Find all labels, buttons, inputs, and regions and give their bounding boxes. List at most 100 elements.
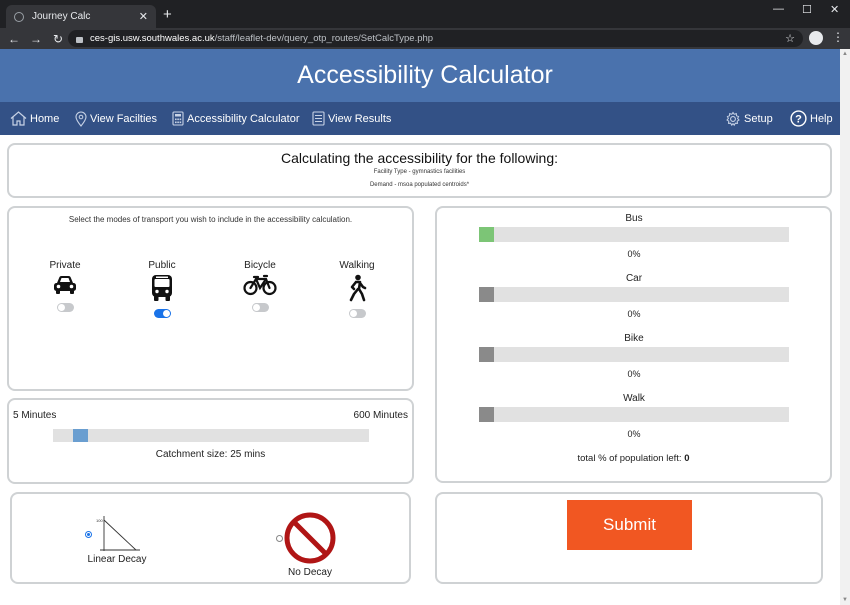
- linear-decay-label: Linear Decay: [87, 554, 147, 565]
- page-scrollbar[interactable]: ▲ ▼: [840, 49, 850, 605]
- result-bike-bar: [479, 347, 789, 362]
- result-walk-percent: 0%: [627, 429, 641, 439]
- result-bus-percent: 0%: [627, 249, 641, 259]
- nav-home-label: Home: [30, 112, 60, 125]
- population-left-value: 0: [684, 453, 690, 464]
- mode-private: Private: [35, 260, 95, 312]
- mode-bicycle-label: Bicycle: [244, 260, 276, 271]
- result-car-bar: [479, 287, 789, 302]
- result-bus: Bus 0%: [479, 213, 789, 273]
- page-title: Accessibility Calculator: [297, 61, 553, 89]
- tab-close-icon[interactable]: ✕: [139, 10, 148, 23]
- profile-avatar-icon[interactable]: [809, 31, 823, 45]
- maximize-icon[interactable]: ☐: [802, 3, 812, 16]
- lock-icon: [76, 36, 83, 43]
- toggle-knob: [349, 310, 357, 317]
- nav-view-results[interactable]: View Results: [312, 102, 391, 135]
- car-icon: [54, 276, 76, 294]
- mode-public-label: Public: [148, 260, 176, 271]
- nav-help[interactable]: ? Help: [790, 102, 833, 135]
- bicycle-icon: [243, 274, 277, 296]
- result-car-label: Car: [625, 273, 643, 284]
- main-navbar: Home View Facilties Accessibility Calcul…: [0, 102, 850, 135]
- result-walk: Walk 0%: [479, 393, 789, 453]
- minimize-icon[interactable]: —: [773, 3, 784, 15]
- result-walk-bar: [479, 407, 789, 422]
- bookmark-star-icon[interactable]: ☆: [785, 32, 795, 45]
- reload-icon[interactable]: ↻: [47, 32, 69, 46]
- submit-button[interactable]: Submit: [567, 500, 692, 550]
- nav-help-label: Help: [810, 112, 833, 125]
- catchment-caption: Catchment size: 25 mins: [155, 449, 266, 460]
- url-path: /staff/leaflet-dev/query_otp_routes/SetC…: [214, 33, 434, 44]
- transport-modes-card: Select the modes of transport you wish t…: [7, 206, 414, 391]
- nav-view-results-label: View Results: [328, 112, 392, 125]
- catchment-slider[interactable]: [53, 429, 369, 442]
- map-pin-icon: [75, 111, 87, 127]
- walking-person-icon: [349, 274, 367, 302]
- submit-card: Submit: [435, 492, 823, 584]
- bus-icon: [152, 275, 172, 301]
- new-tab-button[interactable]: +: [163, 6, 172, 24]
- forward-icon[interactable]: →: [25, 32, 47, 46]
- mode-private-label: Private: [49, 260, 81, 271]
- toggle-knob: [162, 310, 170, 317]
- mode-walking: Walking: [327, 260, 387, 318]
- url-host: ces-gis.usw.southwales.ac.uk: [90, 33, 215, 44]
- back-icon[interactable]: ←: [3, 32, 25, 46]
- no-decay-label: No Decay: [288, 567, 332, 578]
- mode-public-toggle[interactable]: [153, 309, 171, 318]
- calculator-icon: [172, 111, 184, 126]
- result-walk-label: Walk: [623, 393, 645, 404]
- browser-tabstrip: Journey Calc ✕ + — ☐ ✕: [0, 0, 850, 28]
- scroll-down-icon[interactable]: ▼: [841, 597, 849, 603]
- globe-icon: [14, 11, 24, 22]
- result-car-percent: 0%: [627, 309, 641, 319]
- result-bus-fill: [479, 227, 494, 242]
- mode-private-toggle[interactable]: [56, 303, 74, 312]
- mode-public: Public: [132, 260, 192, 318]
- no-decay-option[interactable]: No Decay: [275, 511, 345, 578]
- gear-icon: [726, 111, 740, 126]
- address-bar[interactable]: ces-gis.usw.southwales.ac.uk /staff/leaf…: [68, 30, 803, 47]
- result-bus-label: Bus: [625, 213, 643, 224]
- population-left-label: total % of population left:: [577, 453, 682, 464]
- result-bike-label: Bike: [624, 333, 644, 344]
- results-card: Bus 0% Car 0% Bike 0% Walk 0% total % of…: [435, 206, 832, 483]
- demand-text: Demand - msoa populated centroids*: [369, 182, 470, 188]
- browser-tab[interactable]: Journey Calc ✕: [6, 5, 156, 28]
- help-circle-icon: ?: [790, 110, 807, 127]
- nav-accessibility-calculator-label: Accessibility Calculator: [187, 112, 300, 125]
- nav-accessibility-calculator[interactable]: Accessibility Calculator: [172, 102, 299, 135]
- menu-kebab-icon[interactable]: ⋮: [832, 30, 844, 44]
- window-close-icon[interactable]: ✕: [830, 3, 839, 16]
- nav-setup[interactable]: Setup: [725, 102, 773, 135]
- scroll-up-icon[interactable]: ▲: [841, 51, 849, 57]
- linear-decay-axis-tick: 100: [96, 518, 103, 523]
- nav-home[interactable]: Home: [10, 102, 59, 135]
- result-walk-fill: [479, 407, 494, 422]
- calculation-info-card: Calculating the accessibility for the fo…: [7, 143, 832, 198]
- linear-decay-option[interactable]: 100 Linear Decay: [82, 514, 152, 565]
- nav-setup-label: Setup: [744, 112, 773, 125]
- page-header: Accessibility Calculator: [0, 49, 850, 102]
- home-icon: [10, 111, 27, 126]
- result-bike-percent: 0%: [627, 369, 641, 379]
- no-decay-prohibited-icon: [284, 512, 336, 564]
- result-car: Car 0%: [479, 273, 789, 333]
- document-icon: [312, 111, 325, 126]
- population-left: total % of population left: 0: [437, 453, 830, 464]
- catchment-min-label: 5 Minutes: [13, 410, 57, 421]
- nav-view-facilities-label: View Facilties: [90, 112, 158, 125]
- catchment-card: 5 Minutes 600 Minutes Catchment size: 25…: [7, 398, 414, 484]
- mode-bicycle-toggle[interactable]: [251, 303, 269, 312]
- nav-view-facilities[interactable]: View Facilties: [75, 102, 157, 135]
- facility-type-text: Facility Type - gymnastics facilities: [373, 169, 466, 175]
- catchment-max-label: 600 Minutes: [353, 410, 408, 421]
- decay-card: 100 Linear Decay No Decay: [10, 492, 411, 584]
- catchment-slider-thumb[interactable]: [72, 429, 88, 442]
- mode-walking-toggle[interactable]: [348, 309, 366, 318]
- result-bus-bar: [479, 227, 789, 242]
- linear-decay-graph-icon: 100: [96, 516, 140, 551]
- toggle-knob: [57, 304, 65, 311]
